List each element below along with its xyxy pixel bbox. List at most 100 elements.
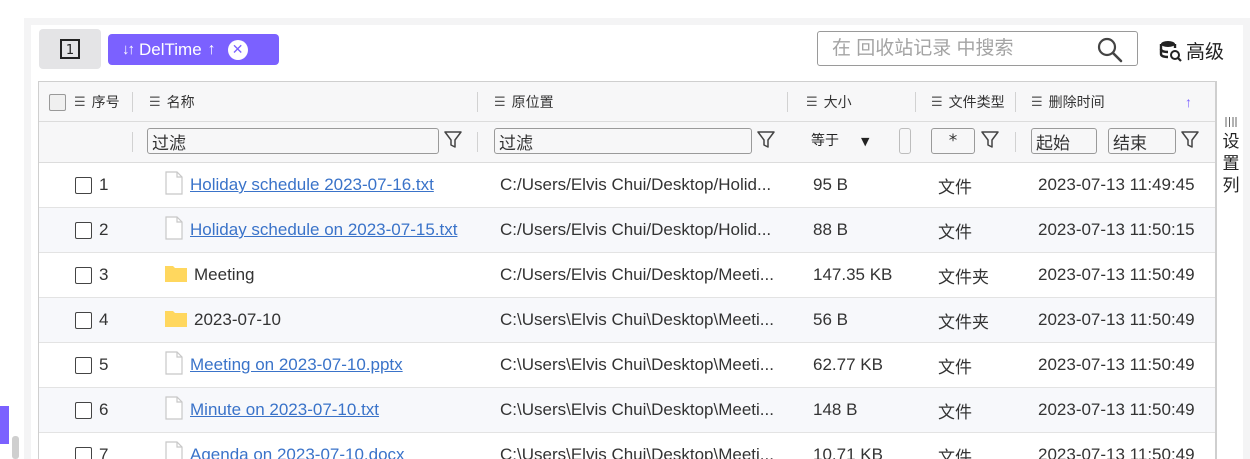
deleted-time-cell: 2023-07-13 11:50:49: [1038, 388, 1213, 432]
file-name-link[interactable]: Minute on 2023-07-10.txt: [190, 400, 379, 420]
original-location: C:/Users/Elvis Chui/Desktop/Holid...: [500, 175, 772, 194]
layout-toggle-button[interactable]: 1: [39, 29, 101, 69]
header-size[interactable]: ☰ 大小: [806, 82, 852, 122]
sort-ascending-icon[interactable]: ↑: [1185, 94, 1192, 110]
file-name-link[interactable]: Meeting on 2023-07-10.pptx: [190, 355, 403, 375]
row-index: 2: [99, 220, 109, 239]
file-type: 文件: [938, 177, 972, 197]
header-size-label: 大小: [823, 95, 852, 111]
location-cell: C:/Users/Elvis Chui/Desktop/Meeti...: [500, 253, 785, 297]
header-deleted[interactable]: ☰ 删除时间: [1031, 82, 1105, 122]
deleted-time-cell: 2023-07-13 11:50:15: [1038, 208, 1213, 252]
select-all-checkbox[interactable]: [49, 93, 66, 111]
column-menu-icon[interactable]: ☰: [494, 95, 506, 110]
column-divider[interactable]: [132, 92, 133, 112]
row-checkbox[interactable]: [75, 221, 92, 239]
column-menu-icon[interactable]: ☰: [806, 95, 818, 110]
folder-icon: [164, 263, 188, 288]
row-index-cell: 7: [75, 433, 108, 459]
date-start-input[interactable]: 起始: [1031, 128, 1097, 154]
row-checkbox[interactable]: [75, 446, 92, 459]
original-location: C:\Users\Elvis Chui\Desktop\Meeti...: [500, 355, 774, 374]
name-cell: Minute on 2023-07-10.txt: [164, 388, 474, 432]
filter-icon[interactable]: [444, 130, 462, 150]
file-type: 文件: [938, 447, 972, 459]
row-index: 3: [99, 265, 109, 284]
row-index-cell: 6: [75, 388, 108, 432]
header-index[interactable]: ☰ 序号: [49, 82, 120, 122]
deleted-time: 2023-07-13 11:50:49: [1038, 400, 1195, 419]
filter-icon[interactable]: [981, 130, 999, 150]
search-input[interactable]: [832, 37, 1092, 60]
sort-chip[interactable]: ↓↑ DelTime ↑ ✕: [108, 34, 279, 65]
column-menu-icon[interactable]: ☰: [149, 95, 161, 110]
header-type[interactable]: ☰ 文件类型: [931, 82, 1005, 122]
row-checkbox[interactable]: [75, 356, 92, 374]
advanced-search-button[interactable]: 高级: [1159, 37, 1224, 64]
column-divider: [1015, 132, 1016, 152]
filter-icon[interactable]: [1181, 130, 1199, 150]
column-divider[interactable]: [1015, 92, 1016, 112]
deleted-time-cell: 2023-07-13 11:50:49: [1038, 433, 1213, 459]
table-row[interactable]: 1 Holiday schedule 2023-07-16.txt C:/Users…: [39, 163, 1215, 208]
sidebar-scrollbar[interactable]: [12, 436, 19, 459]
column-divider[interactable]: [915, 92, 916, 112]
location-filter-input[interactable]: 过滤: [494, 128, 752, 154]
file-icon: [164, 215, 184, 245]
row-checkbox[interactable]: [75, 176, 92, 194]
file-type: 文件夹: [938, 312, 989, 332]
header-name[interactable]: ☰ 名称: [149, 82, 195, 122]
deleted-time-cell: 2023-07-13 11:50:49: [1038, 253, 1213, 297]
table-row[interactable]: 4 2023-07-10 C:\Users\Elvis Chui\Desktop\M…: [39, 298, 1215, 343]
file-name-link[interactable]: Holiday schedule on 2023-07-15.txt: [190, 220, 457, 240]
single-pane-icon: 1: [60, 39, 80, 59]
file-size: 147.35 KB: [813, 265, 893, 284]
location-cell: C:/Users/Elvis Chui/Desktop/Holid...: [500, 208, 785, 252]
folder-name: 2023-07-10: [194, 310, 281, 329]
type-filter-input[interactable]: *: [931, 128, 975, 154]
column-menu-icon[interactable]: ☰: [1031, 95, 1043, 110]
table-row[interactable]: 5 Meeting on 2023-07-10.pptx C:\Users\Elvi…: [39, 343, 1215, 388]
date-end-input[interactable]: 结束: [1108, 128, 1176, 154]
row-index: 6: [99, 400, 109, 419]
name-cell: 2023-07-10: [164, 298, 474, 342]
sort-chip-label: DelTime: [139, 39, 202, 59]
table-row[interactable]: 6 Minute on 2023-07-10.txt C:\Users\Elvis …: [39, 388, 1215, 433]
name-cell: Holiday schedule 2023-07-16.txt: [164, 163, 474, 207]
column-divider[interactable]: [787, 92, 788, 112]
table-row[interactable]: 7 Agenda on 2023-07-10.docx C:\Users\Elvis…: [39, 433, 1215, 459]
row-index-cell: 5: [75, 343, 108, 387]
file-name-link[interactable]: Holiday schedule 2023-07-16.txt: [190, 175, 434, 195]
row-index-cell: 1: [75, 163, 108, 207]
header-type-label: 文件类型: [948, 95, 1005, 111]
file-size: 62.77 KB: [813, 355, 883, 374]
name-filter-input[interactable]: 过滤: [147, 128, 439, 154]
header-location[interactable]: ☰ 原位置: [494, 82, 554, 122]
table-row[interactable]: 2 Holiday schedule on 2023-07-15.txt C:/Us…: [39, 208, 1215, 253]
row-checkbox[interactable]: [75, 266, 92, 284]
column-settings-panel[interactable]: 设置列: [1216, 81, 1243, 459]
remove-sort-icon[interactable]: ✕: [227, 39, 248, 60]
file-size: 95 B: [813, 175, 848, 194]
size-cell: 56 B: [813, 298, 913, 342]
row-index-cell: 4: [75, 298, 108, 342]
type-cell: 文件: [938, 433, 1013, 459]
size-operator-select[interactable]: 等于 ▼: [811, 130, 869, 150]
row-index: 5: [99, 355, 109, 374]
header-index-label: 序号: [91, 95, 120, 111]
sidebar-active-indicator: [0, 406, 9, 444]
type-cell: 文件: [938, 163, 1013, 207]
column-menu-icon[interactable]: ☰: [931, 95, 943, 110]
filter-icon[interactable]: [757, 130, 775, 150]
row-checkbox[interactable]: [75, 311, 92, 329]
size-value-input[interactable]: [899, 128, 911, 154]
table-row[interactable]: 3 Meeting C:/Users/Elvis Chui/Desktop/Meet…: [39, 253, 1215, 298]
file-name-link[interactable]: Agenda on 2023-07-10.docx: [190, 445, 405, 459]
row-index-cell: 2: [75, 208, 108, 252]
column-menu-icon[interactable]: ☰: [74, 95, 86, 110]
row-checkbox[interactable]: [75, 401, 92, 419]
search-icon[interactable]: [1097, 37, 1123, 63]
deleted-time-cell: 2023-07-13 11:49:45: [1038, 163, 1213, 207]
column-divider: [132, 132, 133, 152]
column-divider[interactable]: [477, 92, 478, 112]
